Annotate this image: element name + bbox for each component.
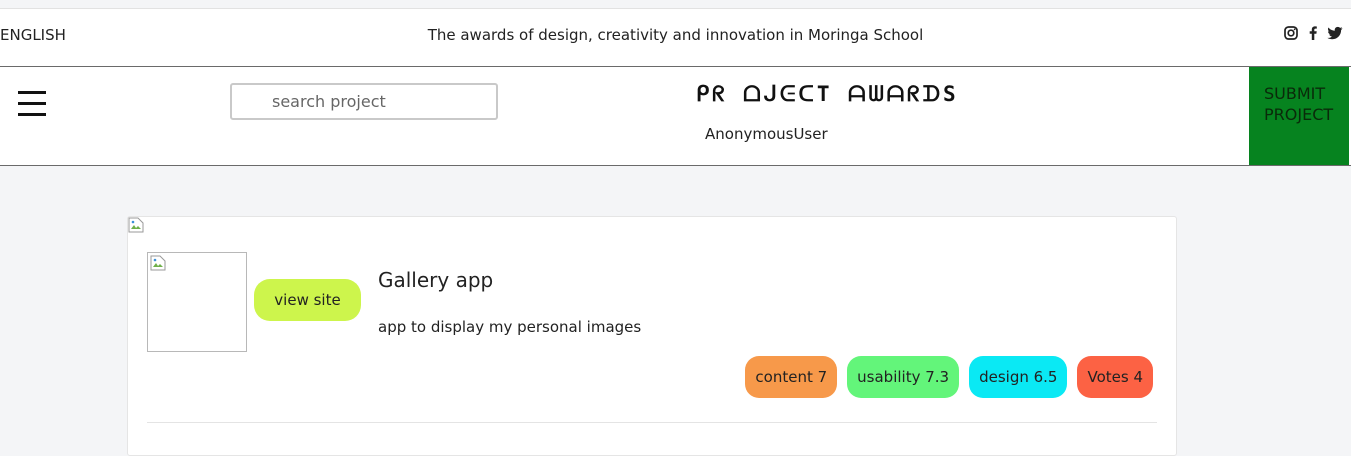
facebook-icon[interactable]: [1305, 25, 1321, 41]
content-rating-badge: content 7: [745, 356, 838, 398]
project-title[interactable]: Gallery app: [378, 268, 493, 292]
card-divider: [147, 422, 1157, 423]
broken-image-icon: [150, 255, 166, 271]
site-logo[interactable]: ᑭᖇ ᗝᒍᕮᑕT ᗩᗯᗩᖇᗪS: [696, 82, 959, 107]
votes-badge: Votes 4: [1077, 356, 1153, 398]
usability-rating-badge: usability 7.3: [847, 356, 960, 398]
hamburger-menu-icon[interactable]: [18, 91, 46, 117]
twitter-icon[interactable]: [1327, 25, 1343, 41]
top-bar: ENGLISH The awards of design, creativity…: [0, 8, 1351, 67]
current-username: AnonymousUser: [705, 125, 828, 143]
submit-project-button[interactable]: SUBMIT PROJECT: [1249, 67, 1349, 165]
view-site-button[interactable]: view site: [254, 279, 361, 321]
design-rating-badge: design 6.5: [969, 356, 1068, 398]
rating-badges: content 7 usability 7.3 design 6.5 Votes…: [745, 356, 1153, 398]
main-navbar: ᑭᖇ ᗝᒍᕮᑕT ᗩᗯᗩᖇᗪS AnonymousUser SUBMIT PRO…: [0, 67, 1351, 166]
site-tagline: The awards of design, creativity and inn…: [427, 26, 924, 44]
instagram-icon[interactable]: [1283, 25, 1299, 41]
broken-image-icon: [128, 217, 144, 233]
project-card: view site Gallery app app to display my …: [127, 216, 1177, 456]
social-links: [1283, 25, 1343, 41]
search-input[interactable]: [230, 83, 498, 120]
project-thumbnail[interactable]: [147, 252, 247, 352]
project-description: app to display my personal images: [378, 318, 642, 336]
